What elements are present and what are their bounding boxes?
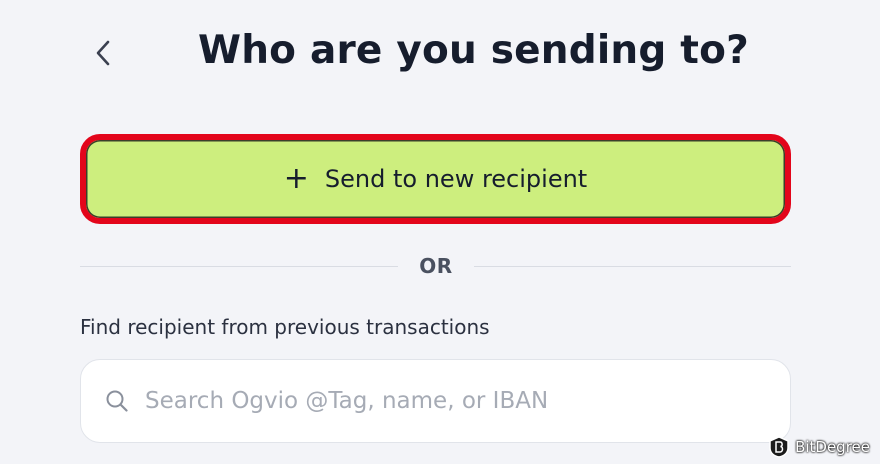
plus-icon: +: [283, 161, 309, 196]
watermark-text: BitDegree: [795, 438, 870, 456]
page-title: Who are you sending to?: [198, 28, 749, 73]
send-to-new-recipient-label: Send to new recipient: [324, 165, 588, 193]
search-box[interactable]: [80, 359, 791, 443]
chevron-left-icon: [96, 40, 110, 66]
bitdegree-watermark: BitDegree: [768, 436, 870, 458]
send-to-new-recipient-button[interactable]: + Send to new recipient: [80, 134, 791, 224]
bitdegree-logo-icon: [769, 436, 789, 458]
divider-right: [474, 266, 791, 267]
back-button[interactable]: [86, 36, 120, 70]
search-icon: [106, 390, 128, 412]
find-recipient-label: Find recipient from previous transaction…: [80, 315, 490, 339]
divider-left: [80, 266, 398, 267]
search-input[interactable]: [143, 387, 747, 415]
or-label: OR: [419, 254, 453, 278]
